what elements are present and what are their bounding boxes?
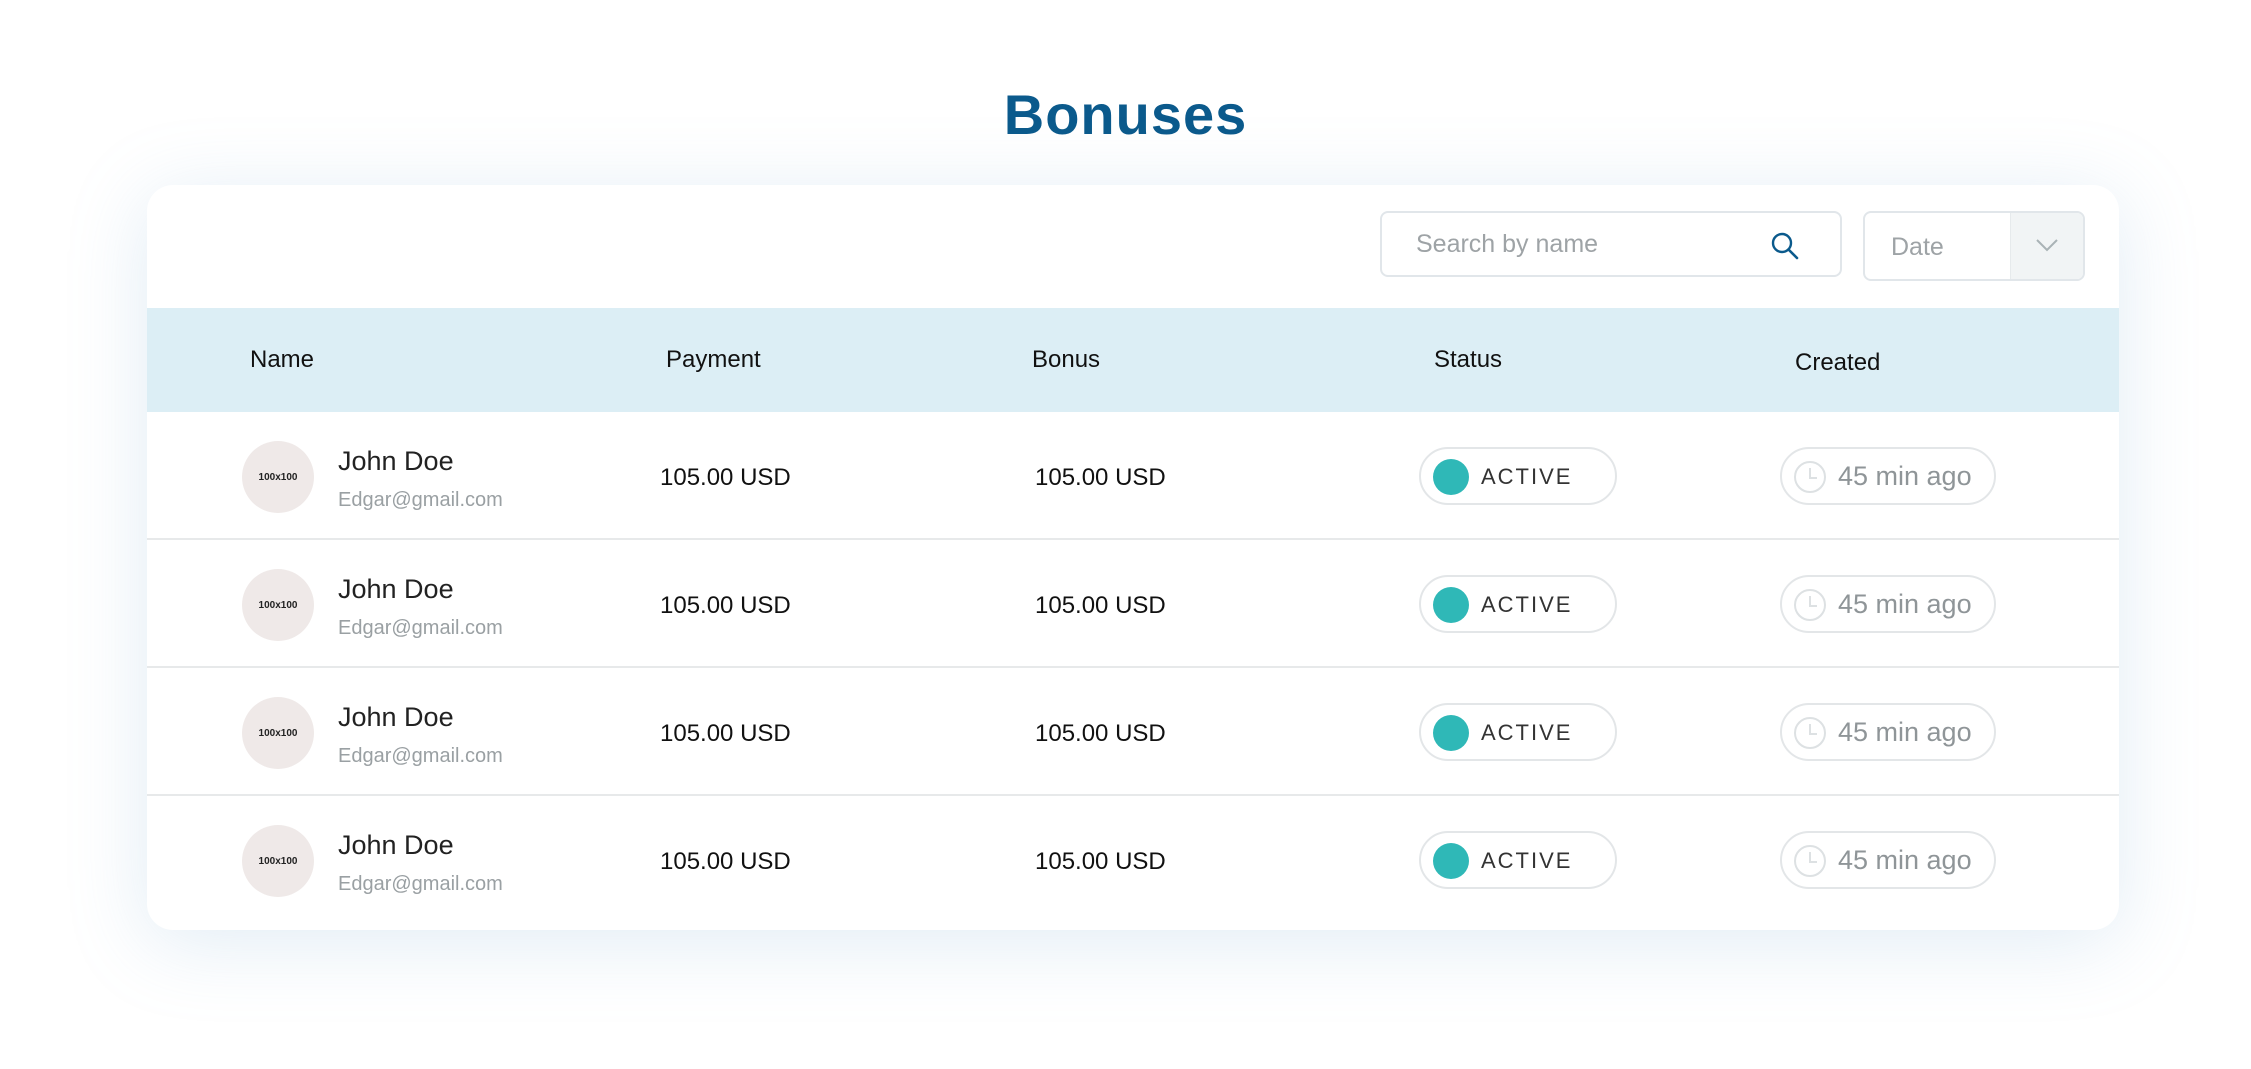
search-input[interactable]: [1382, 213, 1762, 275]
page: Bonuses Date Name Payment: [0, 0, 2251, 1069]
avatar: 100x100: [242, 697, 314, 769]
payment-amount: 105.00 USD: [660, 464, 791, 491]
user-name: John Doe: [338, 446, 454, 476]
status-indicator-icon: [1433, 843, 1469, 879]
created-badge: 45 min ago: [1780, 575, 1996, 633]
table-row[interactable]: 100x100 John Doe Edgar@gmail.com 105.00 …: [147, 668, 2119, 796]
status-badge: ACTIVE: [1419, 703, 1617, 761]
column-header-status: Status: [1434, 346, 1503, 373]
status-label: ACTIVE: [1481, 464, 1573, 489]
user-email: Edgar@gmail.com: [338, 745, 503, 767]
bonus-amount: 105.00 USD: [1035, 464, 1166, 491]
search-box: [1380, 211, 1842, 277]
created-time: 45 min ago: [1838, 845, 1972, 875]
bonus-amount: 105.00 USD: [1035, 592, 1166, 619]
status-indicator-icon: [1433, 459, 1469, 495]
created-time: 45 min ago: [1838, 717, 1972, 747]
search-icon[interactable]: [1770, 231, 1800, 261]
clock-icon: [1794, 589, 1826, 621]
table-row[interactable]: 100x100 John Doe Edgar@gmail.com 105.00 …: [147, 796, 2119, 924]
avatar: 100x100: [242, 569, 314, 641]
table-row[interactable]: 100x100 John Doe Edgar@gmail.com 105.00 …: [147, 412, 2119, 540]
created-badge: 45 min ago: [1780, 831, 1996, 889]
page-title: Bonuses: [1003, 82, 1248, 146]
user-name: John Doe: [338, 574, 454, 604]
user-email: Edgar@gmail.com: [338, 617, 503, 639]
avatar: 100x100: [242, 441, 314, 513]
payment-amount: 105.00 USD: [660, 592, 791, 619]
created-badge: 45 min ago: [1780, 703, 1996, 761]
avatar: 100x100: [242, 825, 314, 897]
table-header: Name Payment Bonus Status Created: [147, 308, 2119, 412]
user-name: John Doe: [338, 830, 454, 860]
column-header-created: Created: [1795, 349, 1881, 376]
created-time: 45 min ago: [1838, 461, 1972, 491]
date-filter-toggle[interactable]: [2010, 213, 2083, 279]
table-body: 100x100 John Doe Edgar@gmail.com 105.00 …: [147, 412, 2119, 924]
user-email: Edgar@gmail.com: [338, 873, 503, 895]
clock-icon: [1794, 717, 1826, 749]
chevron-down-icon: [2036, 239, 2058, 252]
status-indicator-icon: [1433, 587, 1469, 623]
column-header-bonus: Bonus: [1032, 346, 1101, 373]
clock-icon: [1794, 461, 1826, 493]
bonus-amount: 105.00 USD: [1035, 720, 1166, 747]
column-header-payment: Payment: [666, 346, 761, 373]
status-label: ACTIVE: [1481, 592, 1573, 617]
status-badge: ACTIVE: [1419, 447, 1617, 505]
bonuses-card: Date Name Payment Bonus Status Created 1…: [147, 185, 2119, 930]
status-label: ACTIVE: [1481, 848, 1573, 873]
date-filter-label: Date: [1891, 233, 1944, 261]
user-name: John Doe: [338, 702, 454, 732]
payment-amount: 105.00 USD: [660, 848, 791, 875]
column-header-name: Name: [250, 346, 315, 373]
bonus-amount: 105.00 USD: [1035, 848, 1166, 875]
status-badge: ACTIVE: [1419, 831, 1617, 889]
created-time: 45 min ago: [1838, 589, 1972, 619]
clock-icon: [1794, 845, 1826, 877]
created-badge: 45 min ago: [1780, 447, 1996, 505]
status-indicator-icon: [1433, 715, 1469, 751]
user-email: Edgar@gmail.com: [338, 489, 503, 511]
table-row[interactable]: 100x100 John Doe Edgar@gmail.com 105.00 …: [147, 540, 2119, 668]
status-label: ACTIVE: [1481, 720, 1573, 745]
status-badge: ACTIVE: [1419, 575, 1617, 633]
date-filter-select[interactable]: Date: [1863, 211, 2085, 281]
payment-amount: 105.00 USD: [660, 720, 791, 747]
toolbar: Date: [147, 185, 2119, 308]
